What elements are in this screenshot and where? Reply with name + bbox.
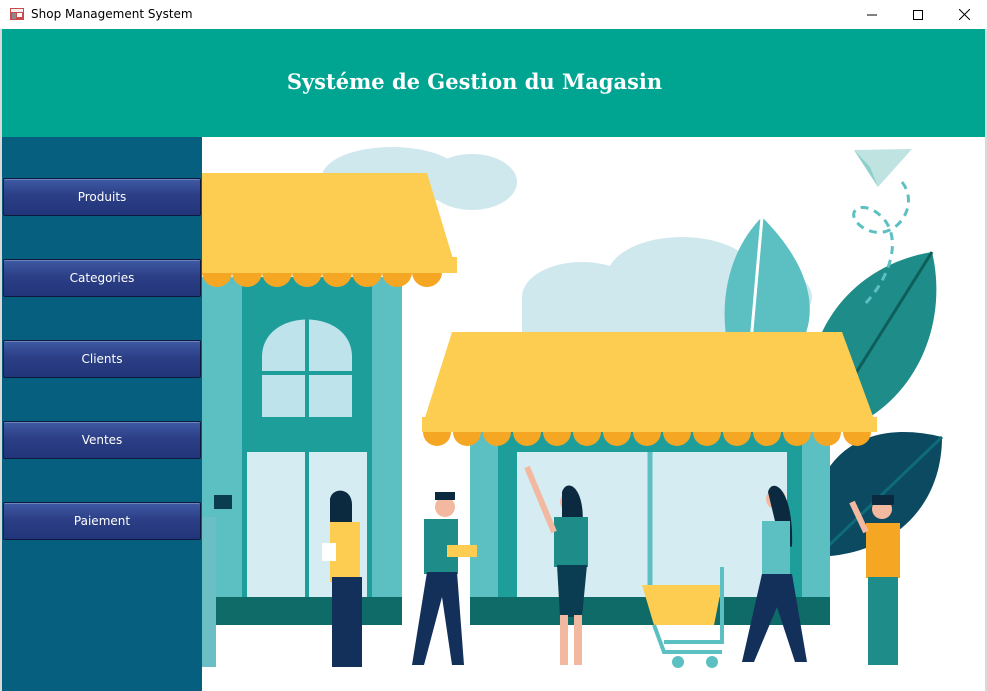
sidebar: Produits Categories Clients Ventes Paiem… bbox=[2, 137, 202, 691]
title-bar: Shop Management System bbox=[0, 0, 987, 29]
categories-button[interactable]: Categories bbox=[3, 259, 201, 297]
products-button[interactable]: Produits bbox=[3, 178, 201, 216]
payment-button[interactable]: Paiement bbox=[3, 502, 201, 540]
close-button[interactable] bbox=[941, 0, 987, 29]
minimize-button[interactable] bbox=[849, 0, 895, 29]
clients-button[interactable]: Clients bbox=[3, 340, 201, 378]
app-window: Shop Management System Systéme de Gestio… bbox=[0, 0, 987, 691]
minimize-icon bbox=[867, 14, 877, 15]
page-title: Systéme de Gestion du Magasin bbox=[286, 69, 663, 94]
shop-storefront-illustration bbox=[202, 137, 986, 691]
window-title: Shop Management System bbox=[31, 7, 193, 21]
header-banner: Systéme de Gestion du Magasin bbox=[2, 29, 986, 137]
maximize-button[interactable] bbox=[895, 0, 941, 29]
sales-button[interactable]: Ventes bbox=[3, 421, 201, 459]
close-icon bbox=[958, 9, 970, 20]
shop-icon bbox=[9, 6, 25, 22]
maximize-icon bbox=[913, 9, 923, 20]
